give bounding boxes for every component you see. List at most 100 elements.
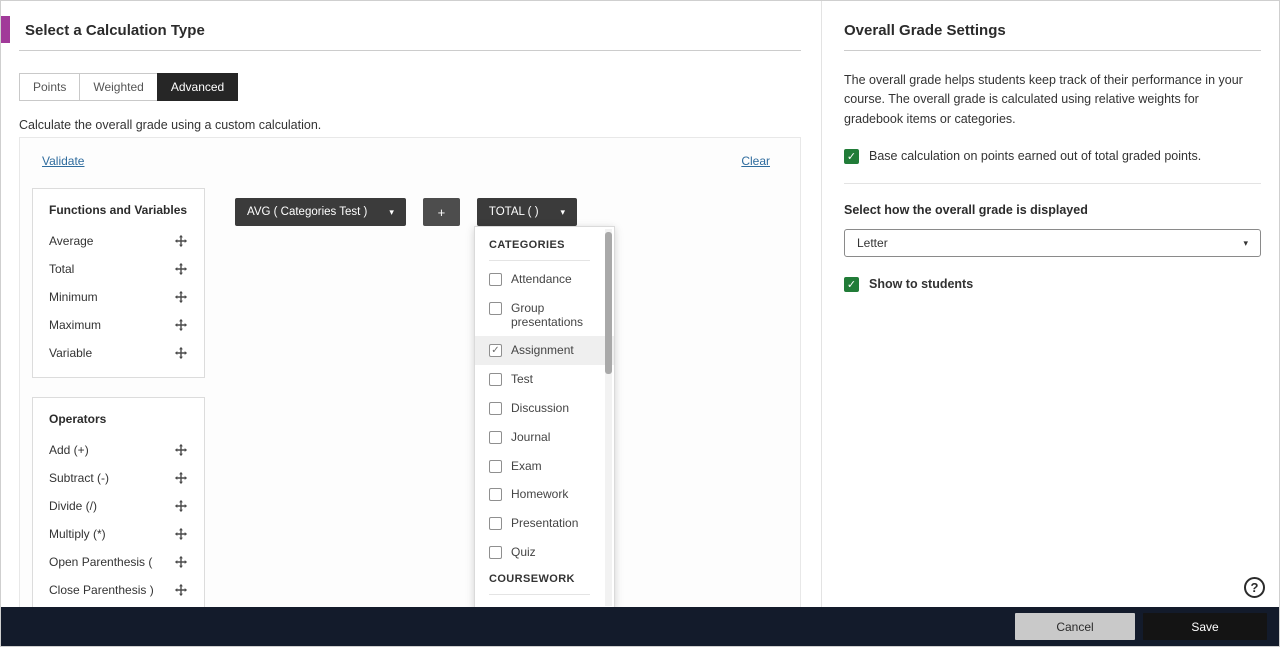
move-icon: [174, 527, 188, 541]
base-points-checkbox[interactable]: [844, 149, 859, 165]
operator-item-divide[interactable]: Divide (/): [49, 492, 188, 520]
total-chip[interactable]: TOTAL ( ) ▾: [476, 198, 578, 226]
option-label: Assignment: [511, 343, 574, 358]
move-icon: [174, 234, 188, 248]
category-option-presentation[interactable]: Presentation: [475, 509, 614, 538]
operator-item-subtract[interactable]: Subtract (-): [49, 464, 188, 492]
option-label: Discussion: [511, 400, 570, 415]
checkbox[interactable]: [489, 373, 502, 387]
functions-title: Functions and Variables: [49, 203, 188, 217]
category-option-group-presentations[interactable]: Group presentations: [475, 294, 614, 337]
categories-section-header: CATEGORIES: [489, 239, 590, 261]
checkbox[interactable]: [489, 517, 502, 531]
category-option-assignment[interactable]: Assignment: [475, 336, 614, 366]
move-icon: [174, 499, 188, 513]
checkbox[interactable]: [489, 430, 502, 444]
clear-link[interactable]: Clear: [741, 154, 770, 168]
avg-categories-chip[interactable]: AVG ( Categories Test ) ▾: [235, 198, 406, 226]
move-icon: [174, 346, 188, 360]
operator-item-add[interactable]: Add (+): [49, 436, 188, 464]
move-icon: [174, 318, 188, 332]
settings-description: The overall grade helps students keep tr…: [844, 73, 1243, 126]
grade-display-select[interactable]: Letter ▾: [844, 229, 1261, 258]
function-item-variable[interactable]: Variable: [49, 339, 188, 367]
validate-link[interactable]: Validate: [42, 154, 84, 168]
option-label: Test: [511, 372, 534, 387]
operator-label: Open Parenthesis (: [49, 555, 153, 569]
page-title: Select a Calculation Type: [25, 22, 205, 39]
category-option-exam[interactable]: Exam: [475, 452, 614, 481]
category-option-test[interactable]: Test: [475, 365, 614, 394]
base-points-row: Base calculation on points earned out of…: [844, 148, 1261, 165]
plus-operator-chip[interactable]: +: [422, 198, 460, 226]
settings-title-divider: [844, 50, 1261, 51]
operator-label: Multiply (*): [49, 527, 106, 541]
operator-label: Divide (/): [49, 499, 98, 513]
checkbox[interactable]: [489, 401, 502, 415]
show-to-students-label: Show to students: [869, 277, 974, 292]
function-item-total[interactable]: Total: [49, 255, 188, 283]
option-label: Group presentations: [511, 300, 584, 329]
category-option-homework[interactable]: Homework: [475, 480, 614, 509]
option-label: Exam: [511, 458, 542, 473]
operator-item-close-paren[interactable]: Close Parenthesis ): [49, 576, 188, 604]
operators-title: Operators: [49, 412, 107, 426]
save-button[interactable]: Save: [1143, 613, 1267, 640]
operator-label: Subtract (-): [49, 471, 110, 485]
option-label: Homework: [511, 487, 569, 502]
show-to-students-checkbox[interactable]: [844, 277, 859, 293]
help-icon[interactable]: ?: [1244, 577, 1265, 598]
move-icon: [174, 443, 188, 457]
checkbox[interactable]: [489, 301, 502, 315]
operator-label: Add (+): [49, 443, 89, 457]
checkbox[interactable]: [489, 459, 502, 473]
checkbox[interactable]: [489, 344, 502, 358]
checkbox[interactable]: [489, 545, 502, 559]
calculation-type-panel: Select a Calculation Type Points Weighte…: [1, 1, 822, 609]
expression-chips: AVG ( Categories Test ) ▾ + TOTAL ( ) ▾: [235, 198, 578, 226]
base-points-label: Base calculation on points earned out of…: [869, 149, 1202, 164]
operator-item-multiply[interactable]: Multiply (*): [49, 520, 188, 548]
category-option-quiz[interactable]: Quiz: [475, 538, 614, 567]
calculation-type-tabs: Points Weighted Advanced: [19, 73, 821, 101]
function-label: Variable: [49, 346, 93, 360]
operator-item-open-paren[interactable]: Open Parenthesis (: [49, 548, 188, 576]
function-item-maximum[interactable]: Maximum: [49, 311, 188, 339]
tab-weighted[interactable]: Weighted: [79, 73, 158, 101]
show-to-students-row: Show to students: [844, 276, 1261, 293]
dropdown-list: CATEGORIES Attendance Group presentation…: [475, 227, 614, 607]
chip-label: AVG ( Categories Test ): [247, 206, 368, 218]
option-label: Quiz: [511, 544, 536, 559]
chip-label: +: [437, 204, 446, 220]
tab-points[interactable]: Points: [19, 73, 81, 101]
settings-section-divider: [844, 183, 1261, 185]
chevron-down-icon: ▾: [1243, 237, 1248, 248]
category-option-journal[interactable]: Journal: [475, 423, 614, 452]
move-icon: [174, 471, 188, 485]
function-item-average[interactable]: Average: [49, 227, 188, 255]
settings-title: Overall Grade Settings: [844, 22, 1006, 39]
function-item-minimum[interactable]: Minimum: [49, 283, 188, 311]
chevron-down-icon: ▾: [389, 206, 394, 217]
coursework-section-header: COURSEWORK: [489, 573, 590, 595]
cancel-button[interactable]: Cancel: [1015, 613, 1135, 640]
functions-variables-box: Functions and Variables Average Total Mi…: [32, 188, 205, 378]
accent-bar: [1, 16, 10, 43]
category-option-discussion[interactable]: Discussion: [475, 394, 614, 423]
total-categories-dropdown: CATEGORIES Attendance Group presentation…: [474, 226, 615, 607]
content-area: Select a Calculation Type Points Weighte…: [1, 1, 1279, 609]
dropdown-scrollbar-thumb[interactable]: [605, 232, 612, 374]
title-divider: [19, 50, 801, 51]
checkbox[interactable]: [489, 488, 502, 502]
function-label: Maximum: [49, 318, 102, 332]
chip-label: TOTAL ( ): [488, 206, 539, 218]
chevron-down-icon: ▾: [560, 206, 566, 217]
selected-value: Letter: [857, 236, 888, 251]
checkbox[interactable]: [489, 273, 502, 286]
custom-calculation-panel: Validate Clear Functions and Variables A…: [19, 137, 801, 608]
tab-advanced[interactable]: Advanced: [156, 73, 239, 101]
calculation-description: Calculate the overall grade using a cust…: [19, 118, 322, 132]
option-label: Journal: [511, 429, 551, 444]
function-label: Average: [49, 234, 94, 248]
category-option-attendance[interactable]: Attendance: [475, 265, 614, 294]
